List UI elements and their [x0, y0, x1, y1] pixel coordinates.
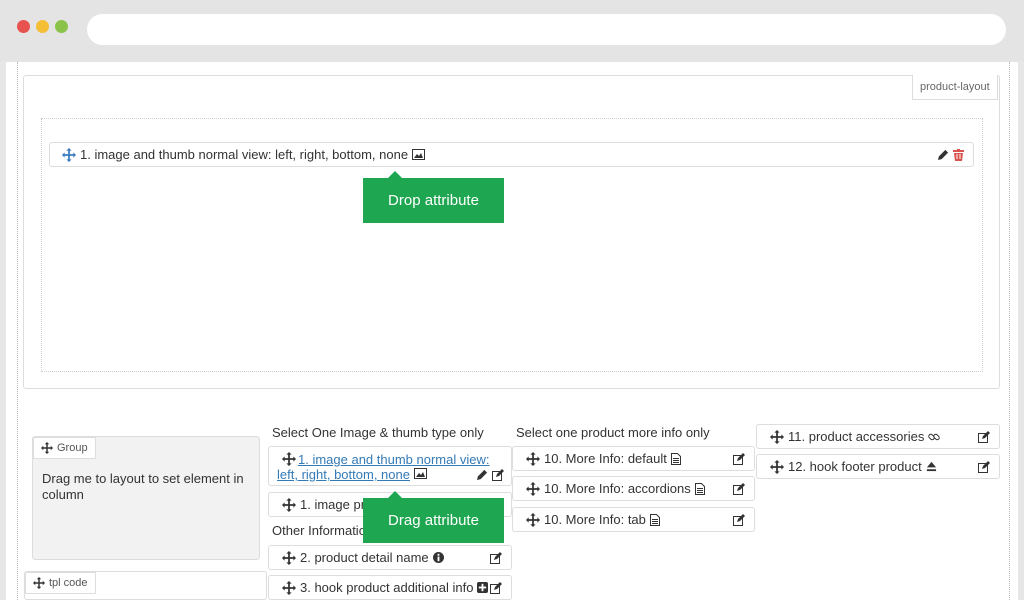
move-icon[interactable] [770, 459, 784, 474]
product-layout-tab: product-layout [912, 75, 998, 100]
edit-icon[interactable] [492, 469, 504, 481]
plus-square-icon [477, 582, 489, 593]
product-accessories-label: 11. product accessories [788, 429, 925, 444]
more-info-tab-item[interactable]: 10. More Info: tab [512, 507, 755, 532]
group-instructions: Drag me to layout to set element in colu… [42, 471, 244, 502]
move-icon [41, 442, 53, 454]
image-column-title: Select One Image & thumb type only [272, 425, 484, 440]
product-detail-name-label: 2. product detail name [300, 550, 429, 565]
move-icon[interactable] [526, 451, 540, 466]
tpl-code-tag[interactable]: tpl code [25, 572, 96, 594]
file-icon [649, 513, 660, 526]
address-bar[interactable] [87, 14, 1006, 45]
info-icon [432, 552, 444, 563]
hook-product-additional-info-item[interactable]: 3. hook product additional info [268, 575, 512, 600]
more-info-accordions-item[interactable]: 10. More Info: accordions [512, 476, 755, 501]
move-icon[interactable] [770, 429, 784, 444]
move-icon[interactable] [526, 512, 540, 527]
product-accessories-item[interactable]: 11. product accessories [756, 424, 1000, 449]
file-icon [670, 452, 681, 465]
image-item-2-label: 1. image pr [300, 497, 366, 512]
hook-footer-product-item[interactable]: 12. hook footer product [756, 454, 1000, 479]
right-guide-line [1009, 62, 1010, 600]
edit-icon[interactable] [490, 551, 502, 564]
pencil-icon[interactable] [477, 469, 488, 480]
drag-attribute-callout: Drag attribute [363, 491, 504, 543]
dropped-attribute-label: 1. image and thumb normal view: left, ri… [80, 147, 409, 162]
close-window-button[interactable] [17, 20, 30, 33]
move-icon[interactable] [526, 481, 540, 496]
browser-chrome [0, 0, 1024, 62]
edit-icon[interactable] [978, 430, 990, 443]
minimize-window-button[interactable] [36, 20, 49, 33]
maximize-window-button[interactable] [55, 20, 68, 33]
move-icon[interactable] [282, 497, 296, 512]
more-info-accordions-label: 10. More Info: accordions [544, 481, 691, 496]
left-guide-line [17, 62, 18, 600]
move-icon[interactable] [62, 147, 76, 162]
pencil-icon[interactable] [938, 149, 949, 160]
group-tag[interactable]: Group [33, 437, 96, 459]
group-tag-label: Group [57, 442, 88, 454]
hook-footer-product-label: 12. hook footer product [788, 459, 922, 474]
edit-icon[interactable] [978, 460, 990, 473]
more-info-default-label: 10. More Info: default [544, 451, 667, 466]
move-icon [33, 577, 45, 589]
edit-icon[interactable] [490, 581, 502, 594]
more-info-default-item[interactable]: 10. More Info: default [512, 446, 755, 471]
tpl-code-label: tpl code [49, 577, 88, 589]
image-icon [412, 149, 426, 160]
more-info-tab-label: 10. More Info: tab [544, 512, 646, 527]
trash-icon[interactable] [953, 148, 964, 161]
link-icon [928, 431, 941, 443]
edit-icon[interactable] [733, 513, 745, 526]
other-information-title: Other Information [272, 523, 374, 538]
image-thumb-link-line1[interactable]: 1. image and thumb normal view: [277, 452, 489, 467]
product-detail-name-item[interactable]: 2. product detail name [268, 545, 512, 570]
file-icon [694, 482, 705, 495]
move-icon[interactable] [282, 550, 296, 565]
image-icon [413, 468, 427, 479]
move-icon[interactable] [282, 580, 296, 595]
eject-icon [926, 461, 937, 472]
image-thumb-link-line2[interactable]: left, right, bottom, none [277, 467, 410, 482]
edit-icon[interactable] [733, 482, 745, 495]
image-thumb-tools [477, 469, 504, 481]
hook-product-additional-info-label: 3. hook product additional info [300, 580, 474, 595]
dropped-attribute-item[interactable]: 1. image and thumb normal view: left, ri… [49, 142, 974, 167]
more-info-column-title: Select one product more info only [516, 425, 710, 440]
image-thumb-item-text[interactable]: 1. image and thumb normal view: left, ri… [277, 452, 489, 482]
edit-icon[interactable] [733, 452, 745, 465]
drop-attribute-callout: Drop attribute [363, 171, 504, 223]
